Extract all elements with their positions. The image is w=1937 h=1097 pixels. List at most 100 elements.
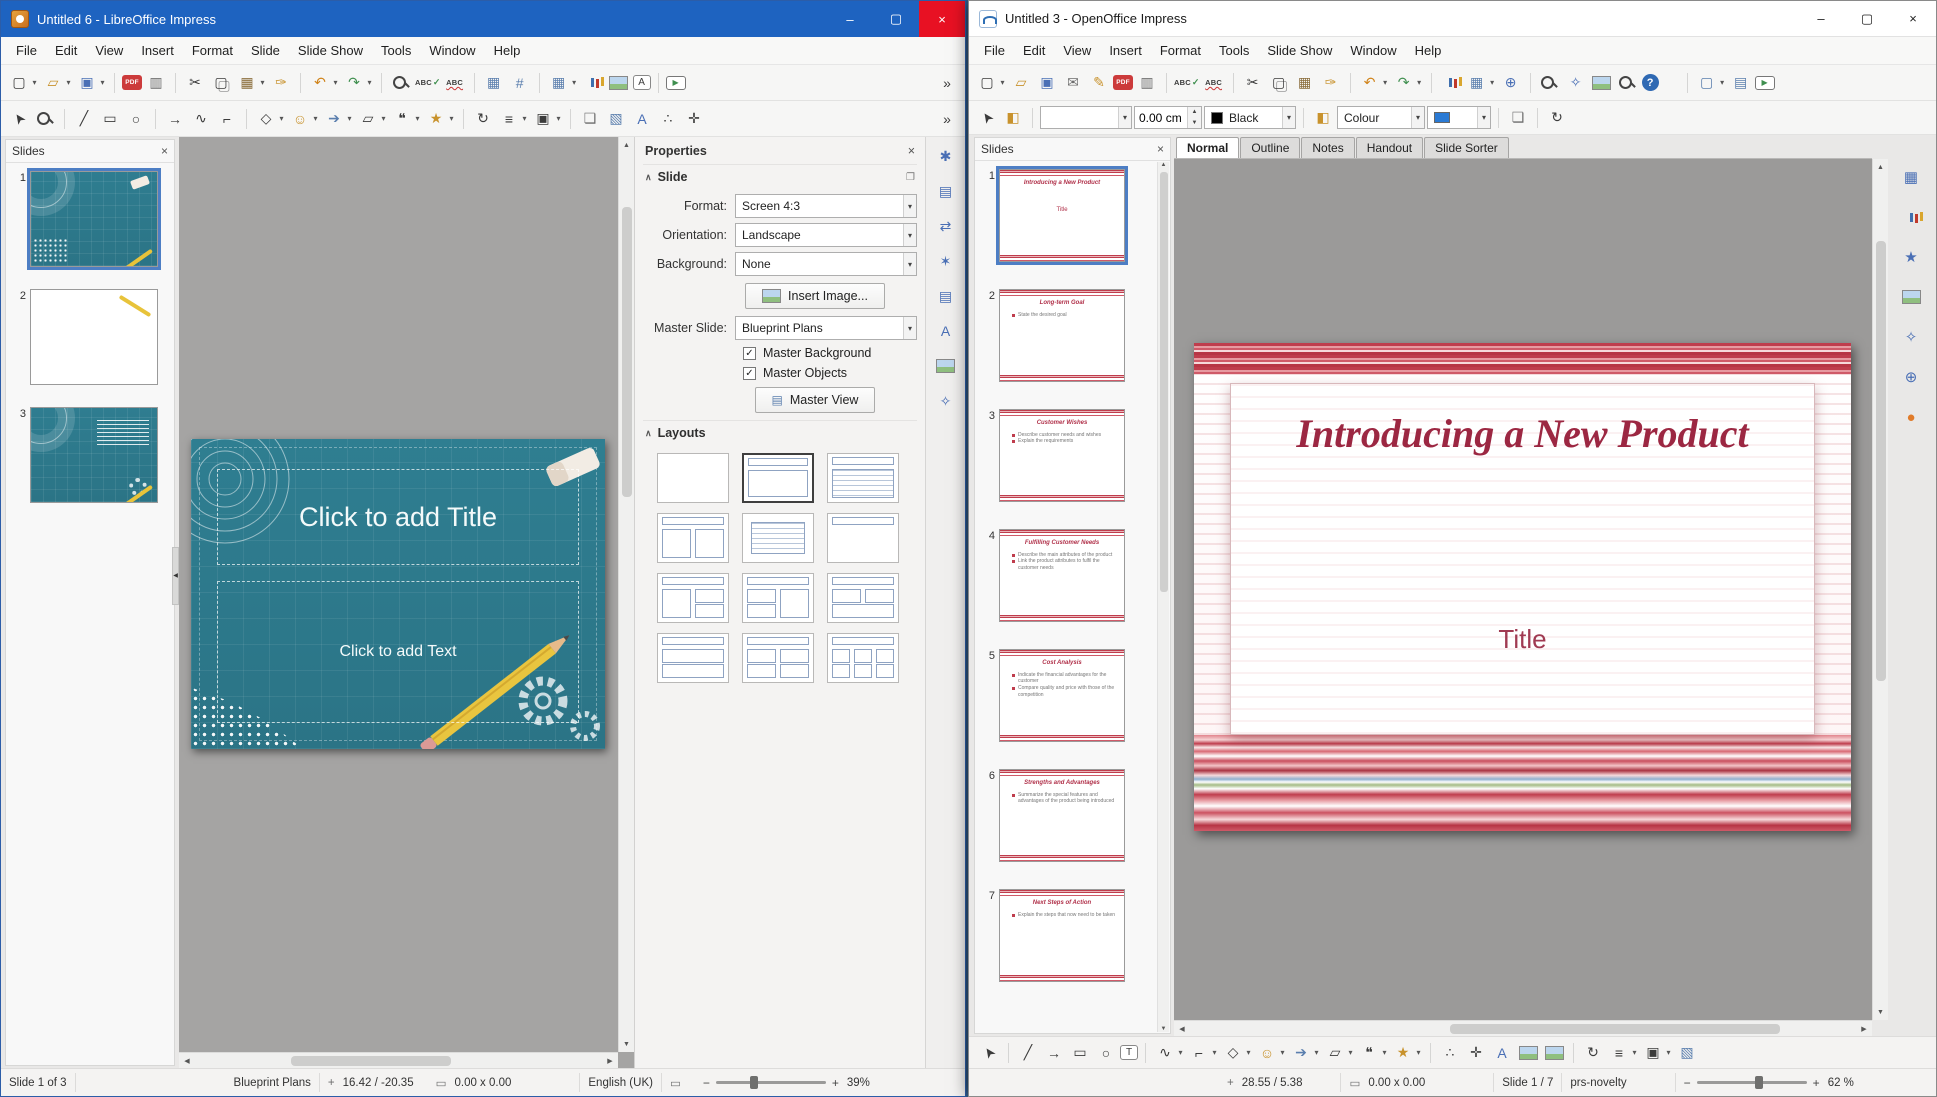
- insert-chart-icon[interactable]: [581, 71, 605, 95]
- menu-edit[interactable]: Edit: [46, 39, 86, 62]
- zoom-in-icon[interactable]: +: [1813, 1076, 1820, 1090]
- save-dropdown-icon[interactable]: ▾: [98, 78, 107, 87]
- shadow-icon[interactable]: ❏: [578, 107, 602, 131]
- format-select[interactable]: Screen 4:3 ▾: [735, 194, 917, 218]
- slide-design-icon[interactable]: ▤: [1729, 71, 1753, 95]
- close-button[interactable]: ×: [919, 1, 965, 37]
- maximize-button[interactable]: ▢: [873, 1, 919, 37]
- toolbar-overflow-icon[interactable]: »: [935, 107, 959, 131]
- layout-title-two-content[interactable]: [657, 513, 729, 563]
- slide-thumbnail-1[interactable]: 1 Introducing a New Product Title: [975, 166, 1128, 265]
- slide-5-preview[interactable]: Cost Analysis Indicate the financial adv…: [999, 649, 1125, 742]
- horizontal-scrollbar[interactable]: ◀ ▶: [179, 1052, 618, 1068]
- zoom-icon[interactable]: [1616, 71, 1640, 95]
- minimize-button[interactable]: –: [827, 1, 873, 37]
- master-slide-status[interactable]: prs-novelty: [1570, 1077, 1626, 1089]
- titlebar[interactable]: Untitled 6 - LibreOffice Impress – ▢ ×: [1, 1, 965, 37]
- slide-thumbnail-7[interactable]: 7 Next Steps of Action Explain the steps…: [975, 889, 1125, 982]
- fill-type-select[interactable]: Colour ▾: [1337, 106, 1425, 129]
- callouts-dropdown-icon[interactable]: ▾: [1380, 1048, 1389, 1057]
- menu-slideshow[interactable]: Slide Show: [1258, 39, 1341, 62]
- maximize-button[interactable]: ▢: [1844, 1, 1890, 36]
- stars-dropdown-icon[interactable]: ▾: [447, 114, 456, 123]
- redo-icon[interactable]: ↷: [342, 71, 366, 95]
- collapse-icon[interactable]: ∧: [645, 428, 652, 439]
- menu-file[interactable]: File: [975, 39, 1014, 62]
- menu-window[interactable]: Window: [1341, 39, 1405, 62]
- spin-down-icon[interactable]: ▼: [1188, 117, 1201, 128]
- paste-icon[interactable]: ▦: [235, 71, 259, 95]
- tab-notes[interactable]: Notes: [1301, 137, 1355, 158]
- dropdown-icon[interactable]: ▾: [1117, 107, 1131, 128]
- save-icon[interactable]: ▣: [1035, 71, 1059, 95]
- misc-sidebar-icon[interactable]: ●: [1897, 403, 1925, 431]
- align-icon[interactable]: ≡: [497, 107, 521, 131]
- spelling-icon[interactable]: ABC: [415, 71, 441, 95]
- symbol-shapes-dropdown-icon[interactable]: ▾: [311, 114, 320, 123]
- sidebar-settings-icon[interactable]: ✱: [933, 143, 959, 169]
- slide-2-preview[interactable]: Long-term Goal State the desired goal: [999, 289, 1125, 382]
- redo-dropdown-icon[interactable]: ▾: [365, 78, 374, 87]
- arrange-dropdown-icon[interactable]: ▾: [1664, 1048, 1673, 1057]
- spin-up-icon[interactable]: ▲: [1188, 107, 1201, 118]
- insert-image-button[interactable]: Insert Image...: [745, 283, 885, 309]
- spelling-icon[interactable]: ABC: [1174, 71, 1200, 95]
- insert-chart-icon[interactable]: [1439, 71, 1463, 95]
- new-slide-icon[interactable]: ▢: [1695, 71, 1719, 95]
- slide-thumbnail-6[interactable]: 6 Strengths and Advantages Summarize the…: [975, 769, 1125, 862]
- edit-points-icon[interactable]: ∴: [1438, 1041, 1462, 1065]
- master-view-button[interactable]: ▤ Master View: [754, 387, 876, 413]
- layout-blank[interactable]: [657, 453, 729, 503]
- slide-thumbnail-5[interactable]: 5 Cost Analysis Indicate the financial a…: [975, 649, 1125, 742]
- new-dropdown-icon[interactable]: ▾: [30, 78, 39, 87]
- slide-4-preview[interactable]: Fulfilling Customer Needs Describe the m…: [999, 529, 1125, 622]
- slide-7-preview[interactable]: Next Steps of Action Explain the steps t…: [999, 889, 1125, 982]
- undo-dropdown-icon[interactable]: ▾: [1381, 78, 1390, 87]
- fill-color-select[interactable]: ▾: [1427, 106, 1491, 129]
- menu-view[interactable]: View: [1054, 39, 1100, 62]
- slide-3-preview[interactable]: Customer Wishes Describe customer needs …: [999, 409, 1125, 502]
- connector-dropdown-icon[interactable]: ▾: [1210, 1048, 1219, 1057]
- basic-shapes-dropdown-icon[interactable]: ▾: [277, 114, 286, 123]
- slide-thumbnail-3[interactable]: 3: [6, 407, 158, 503]
- menu-help[interactable]: Help: [1406, 39, 1451, 62]
- fontwork-icon[interactable]: A: [630, 107, 654, 131]
- minimize-button[interactable]: –: [1798, 1, 1844, 36]
- cut-icon[interactable]: ✂: [183, 71, 207, 95]
- slide-6-preview[interactable]: Strengths and Advantages Summarize the s…: [999, 769, 1125, 862]
- select-icon[interactable]: ➤: [2, 102, 35, 135]
- menu-format[interactable]: Format: [1151, 39, 1210, 62]
- slide-thumbnail-2[interactable]: 2 Long-term Goal State the desired goal: [975, 289, 1125, 382]
- menu-edit[interactable]: Edit: [1014, 39, 1054, 62]
- open-icon[interactable]: ▱: [1009, 71, 1033, 95]
- ellipse-icon[interactable]: ○: [1094, 1041, 1118, 1065]
- zoom-slider-thumb[interactable]: [1754, 1076, 1763, 1089]
- slide-thumbnail-4[interactable]: 4 Fulfilling Customer Needs Describe the…: [975, 529, 1125, 622]
- block-arrows-dropdown-icon[interactable]: ▾: [1312, 1048, 1321, 1057]
- insert-table-icon[interactable]: ▦: [547, 71, 571, 95]
- new-icon[interactable]: ▢: [7, 71, 31, 95]
- stars-icon[interactable]: ★: [1391, 1041, 1415, 1065]
- format-paintbrush-icon[interactable]: ✑: [1319, 71, 1343, 95]
- close-icon[interactable]: ×: [908, 144, 915, 158]
- connector-icon[interactable]: ⌐: [1187, 1041, 1211, 1065]
- scrollbar-thumb[interactable]: [1875, 241, 1886, 681]
- line-width-spinner[interactable]: ▲ ▼: [1134, 106, 1202, 129]
- scroll-up-icon[interactable]: ▲: [1873, 159, 1889, 175]
- layout-title-content-selected[interactable]: [742, 453, 814, 503]
- symbol-shapes-icon[interactable]: ☺: [1255, 1041, 1279, 1065]
- hyperlink-icon[interactable]: ⊕: [1897, 363, 1925, 391]
- slide-canvas[interactable]: Click to add Title Click to add Text: [191, 439, 605, 749]
- new-slide-dropdown-icon[interactable]: ▾: [1718, 78, 1727, 87]
- master-slides-icon[interactable]: ▤: [933, 283, 959, 309]
- menu-slideshow[interactable]: Slide Show: [289, 39, 372, 62]
- insert-textbox-icon[interactable]: A: [632, 75, 651, 90]
- scrollbar-thumb[interactable]: [1450, 1023, 1780, 1034]
- fill-can-icon[interactable]: ◧: [1001, 106, 1025, 130]
- tab-handout[interactable]: Handout: [1355, 137, 1424, 158]
- callouts-dropdown-icon[interactable]: ▾: [413, 114, 422, 123]
- open-dropdown-icon[interactable]: ▾: [64, 78, 73, 87]
- dropdown-icon[interactable]: ▾: [902, 224, 916, 246]
- callouts-icon[interactable]: ❝: [1357, 1041, 1381, 1065]
- line-ends-arrow-icon[interactable]: →: [163, 107, 187, 131]
